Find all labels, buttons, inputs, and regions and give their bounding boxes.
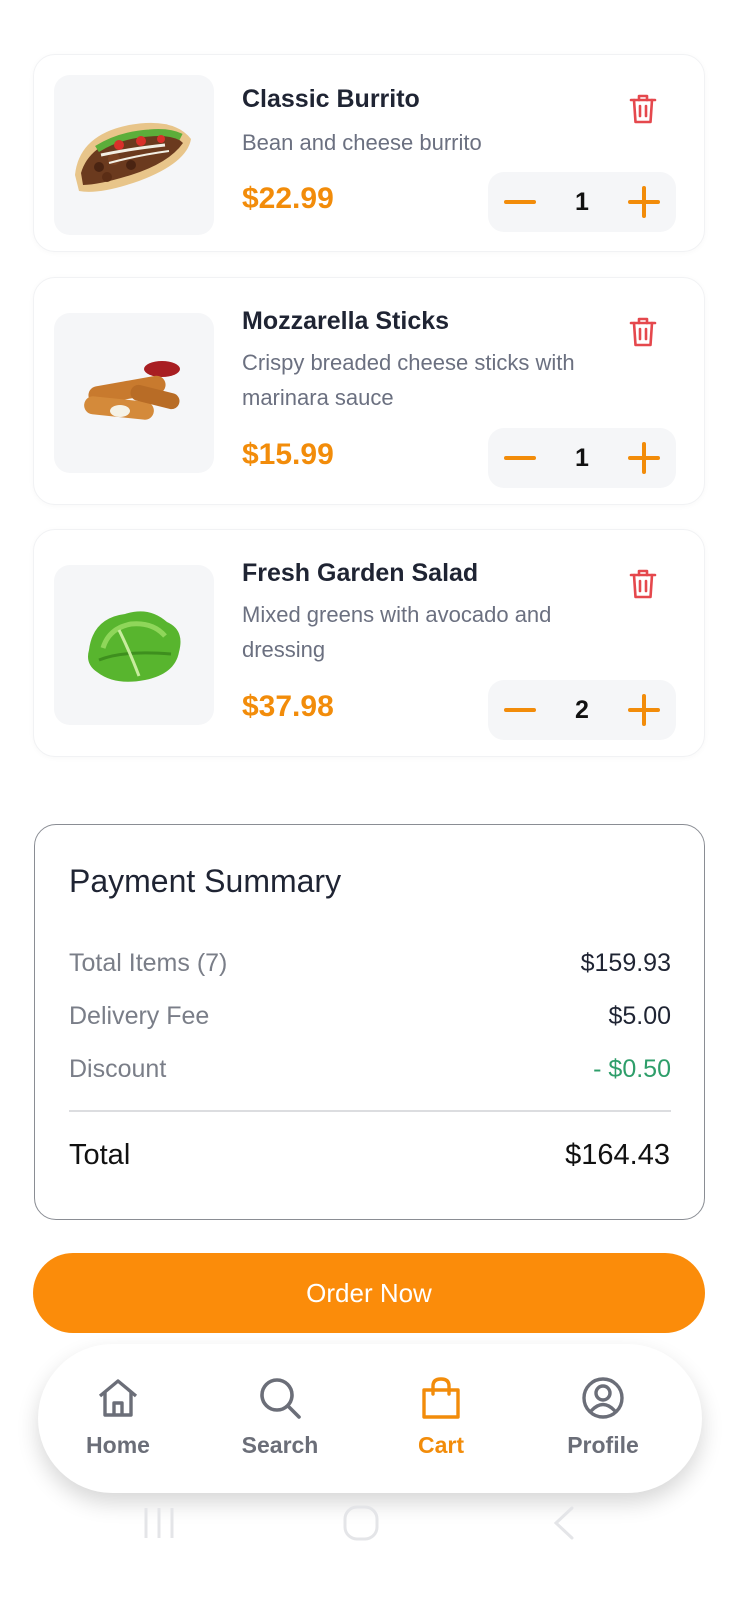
cart-item-card: Classic Burrito Bean and cheese burrito … [33, 54, 705, 252]
item-name: Classic Burrito [242, 85, 420, 113]
plus-icon[interactable] [624, 690, 664, 730]
item-price: $22.99 [242, 182, 334, 215]
delete-icon[interactable] [629, 568, 657, 600]
quantity-value: 1 [575, 444, 589, 472]
delivery-value: $5.00 [608, 1002, 671, 1030]
home-button-icon[interactable] [342, 1504, 380, 1542]
back-icon[interactable] [550, 1504, 576, 1542]
item-description: Bean and cheese burrito [242, 130, 482, 155]
bottom-nav: Home Search Cart Profile [38, 1344, 702, 1493]
quantity-value: 1 [575, 188, 589, 216]
salad-image [54, 565, 214, 725]
quantity-stepper: 1 [488, 428, 676, 488]
home-icon [96, 1376, 140, 1420]
plus-icon[interactable] [624, 438, 664, 478]
summary-row-discount: Discount - $0.50 [69, 1055, 671, 1089]
item-price: $15.99 [242, 438, 334, 471]
delivery-label: Delivery Fee [69, 1002, 210, 1030]
item-price: $37.98 [242, 690, 334, 723]
summary-title: Payment Summary [69, 863, 342, 899]
nav-item-profile[interactable]: Profile [528, 1344, 678, 1493]
delete-icon[interactable] [629, 93, 657, 125]
minus-icon[interactable] [500, 182, 540, 222]
total-label: Total [69, 1139, 131, 1171]
item-description: Mixed greens with avocado and dressing [242, 602, 552, 662]
nav-label: Profile [567, 1432, 639, 1458]
discount-label: Discount [69, 1055, 167, 1083]
total-value: $164.43 [565, 1139, 670, 1171]
nav-label: Cart [417, 1432, 464, 1458]
cart-item-card: Mozzarella Sticks Crispy breaded cheese … [33, 277, 705, 505]
shopping-bag-icon [419, 1376, 463, 1420]
nav-item-cart[interactable]: Cart [366, 1344, 516, 1493]
plus-icon[interactable] [624, 182, 664, 222]
nav-label: Search [241, 1432, 319, 1458]
items-value: $159.93 [580, 949, 671, 977]
summary-row-delivery: Delivery Fee $5.00 [69, 1002, 671, 1036]
cart-page: Classic Burrito Bean and cheese burrito … [0, 0, 738, 1600]
delete-icon[interactable] [629, 316, 657, 348]
item-name: Mozzarella Sticks [242, 307, 450, 335]
summary-divider [69, 1110, 671, 1112]
minus-icon[interactable] [500, 690, 540, 730]
quantity-stepper: 2 [488, 680, 676, 740]
nav-label: Home [86, 1432, 150, 1458]
item-name: Fresh Garden Salad [242, 559, 479, 587]
items-label: Total Items (7) [69, 949, 228, 977]
quantity-stepper: 1 [488, 172, 676, 232]
minus-icon[interactable] [500, 438, 540, 478]
summary-row-items: Total Items (7) $159.93 [69, 949, 671, 983]
burrito-image [54, 75, 214, 235]
profile-icon [581, 1376, 625, 1420]
discount-value: - $0.50 [593, 1055, 671, 1083]
order-now-button[interactable]: Order Now [33, 1253, 705, 1333]
recent-apps-icon[interactable] [142, 1504, 176, 1542]
nav-item-home[interactable]: Home [43, 1344, 193, 1493]
item-description: Crispy breaded cheese sticks with marina… [242, 350, 575, 410]
mozzarella-sticks-image [54, 313, 214, 473]
quantity-value: 2 [575, 696, 589, 724]
cart-item-card: Fresh Garden Salad Mixed greens with avo… [33, 529, 705, 757]
search-icon [258, 1376, 302, 1420]
nav-item-search[interactable]: Search [205, 1344, 355, 1493]
payment-summary: Payment Summary Total Items (7) $159.93 … [34, 824, 705, 1220]
